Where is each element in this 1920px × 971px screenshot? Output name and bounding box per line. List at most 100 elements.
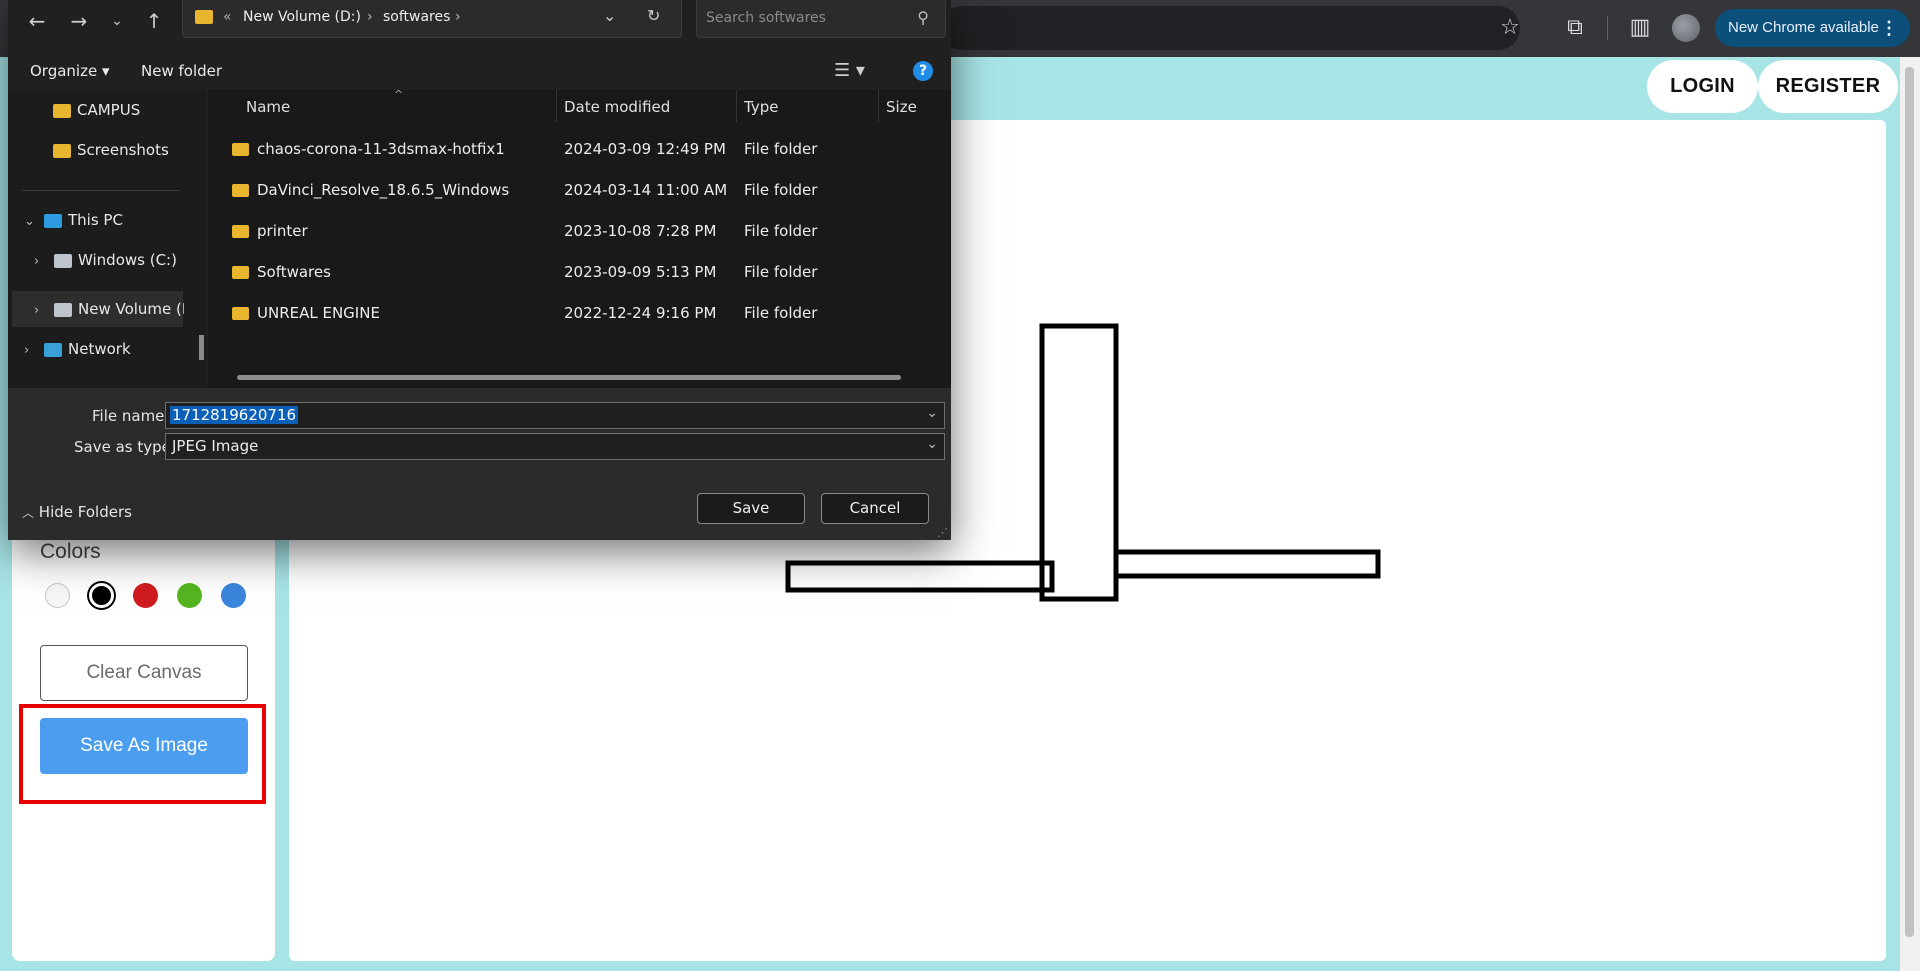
chevron-down-icon[interactable]: ⌄ bbox=[24, 206, 38, 236]
hide-folders-label: Hide Folders bbox=[38, 503, 132, 521]
save-as-type-value: JPEG Image bbox=[172, 437, 259, 455]
column-size[interactable]: Size bbox=[886, 98, 917, 116]
extensions-icon[interactable]: ⧉ bbox=[1560, 13, 1590, 43]
path-overflow[interactable]: « bbox=[223, 9, 232, 25]
back-icon[interactable]: ← bbox=[22, 6, 52, 36]
new-chrome-available-button[interactable]: New Chrome available ⋮ bbox=[1715, 9, 1910, 47]
navigation-pane: CAMPUS Screenshots ⌄ This PC › Windows (C:… bbox=[8, 90, 206, 388]
star-icon[interactable]: ☆ bbox=[1495, 13, 1525, 43]
breadcrumb-softwares[interactable]: softwares bbox=[383, 9, 450, 25]
chevron-right-icon: › bbox=[367, 9, 373, 25]
folder-icon bbox=[232, 184, 249, 197]
update-label: New Chrome available bbox=[1728, 19, 1879, 36]
nav-item-label: CAMPUS bbox=[77, 101, 141, 119]
file-name-value: 1712819620716 bbox=[170, 406, 299, 424]
chevron-right-icon[interactable]: › bbox=[24, 335, 38, 365]
color-swatch[interactable] bbox=[177, 583, 202, 608]
column-divider[interactable] bbox=[556, 90, 557, 122]
dialog-address-bar[interactable]: « New Volume (D:) › softwares › ⌄ ↻ bbox=[182, 0, 682, 38]
table-row[interactable]: DaVinci_Resolve_18.6.5_Windows 2024-03-1… bbox=[208, 173, 951, 207]
hide-folders-button[interactable]: ︿ Hide Folders bbox=[22, 503, 132, 521]
nav-item-this-pc[interactable]: ⌄ This PC bbox=[24, 204, 123, 236]
color-swatch[interactable] bbox=[45, 583, 70, 608]
nav-item-campus[interactable]: CAMPUS bbox=[53, 94, 140, 126]
up-icon[interactable]: ↑ bbox=[139, 6, 169, 36]
forward-icon[interactable]: → bbox=[64, 6, 94, 36]
recent-locations-icon[interactable]: ⌄ bbox=[102, 6, 132, 36]
save-as-type-select[interactable]: JPEG Image ⌄ bbox=[165, 433, 945, 460]
profile-icon[interactable] bbox=[1672, 14, 1700, 42]
register-button[interactable]: REGISTER bbox=[1758, 60, 1898, 113]
column-name[interactable]: Name bbox=[246, 98, 290, 116]
column-date-modified[interactable]: Date modified bbox=[564, 98, 670, 116]
organize-button[interactable]: Organize ▾ bbox=[30, 62, 110, 80]
drawn-rect-left bbox=[785, 560, 1055, 593]
file-type: File folder bbox=[744, 304, 818, 322]
highlight-box bbox=[19, 704, 266, 804]
nav-item-new-volume-d[interactable]: › New Volume (D:) bbox=[34, 293, 184, 325]
breadcrumb-new-volume[interactable]: New Volume (D:) bbox=[243, 9, 361, 25]
nav-item-label: New Volume (D:) bbox=[78, 300, 184, 318]
column-type[interactable]: Type bbox=[744, 98, 778, 116]
more-icon[interactable]: ⋮ bbox=[1880, 9, 1898, 47]
save-button[interactable]: Save bbox=[697, 493, 805, 524]
horizontal-scrollbar[interactable] bbox=[237, 375, 901, 380]
nav-divider bbox=[22, 190, 180, 191]
drive-icon bbox=[54, 302, 72, 317]
page-scrollbar[interactable] bbox=[1900, 57, 1920, 971]
nav-item-label: Screenshots bbox=[77, 141, 169, 159]
search-icon: ⚲ bbox=[917, 8, 929, 27]
nav-scrollbar-thumb[interactable] bbox=[199, 335, 204, 360]
side-panel-icon[interactable]: ▥ bbox=[1625, 13, 1655, 43]
table-row[interactable]: chaos-corona-11-3dsmax-hotfix1 2024-03-0… bbox=[208, 132, 951, 166]
nav-item-screenshots[interactable]: Screenshots bbox=[53, 134, 169, 166]
color-swatch[interactable] bbox=[221, 583, 246, 608]
file-name-label: File name: bbox=[92, 407, 170, 425]
chevron-right-icon[interactable]: › bbox=[455, 9, 461, 25]
help-icon[interactable]: ? bbox=[913, 61, 933, 81]
folder-icon bbox=[232, 225, 249, 238]
file-name-field[interactable]: 1712819620716 ⌄ bbox=[165, 402, 945, 429]
dialog-search-input[interactable]: Search softwares ⚲ bbox=[696, 0, 946, 38]
nav-item-windows-c[interactable]: › Windows (C:) bbox=[34, 244, 177, 276]
pc-icon bbox=[44, 213, 62, 228]
file-date: 2023-09-09 5:13 PM bbox=[564, 263, 717, 281]
folder-icon bbox=[53, 143, 71, 158]
resize-grip-icon[interactable]: ⋰ bbox=[937, 526, 948, 539]
file-name: printer bbox=[257, 222, 308, 240]
chevron-down-icon[interactable]: ⌄ bbox=[926, 436, 938, 452]
scrollbar-thumb[interactable] bbox=[1905, 67, 1914, 937]
column-divider[interactable] bbox=[878, 90, 879, 122]
drawn-rect-right bbox=[1113, 549, 1381, 579]
chevron-right-icon[interactable]: › bbox=[34, 295, 48, 325]
table-row[interactable]: printer 2023-10-08 7:28 PM File folder bbox=[208, 214, 951, 248]
view-options-icon[interactable]: ☰ ▾ bbox=[834, 60, 865, 81]
sort-ascending-icon: ^ bbox=[394, 88, 404, 101]
table-row[interactable]: UNREAL ENGINE 2022-12-24 9:16 PM File fo… bbox=[208, 296, 951, 330]
color-swatch[interactable] bbox=[89, 583, 114, 608]
column-divider[interactable] bbox=[736, 90, 737, 122]
file-type: File folder bbox=[744, 181, 818, 199]
file-name: chaos-corona-11-3dsmax-hotfix1 bbox=[257, 140, 505, 158]
file-list: ^ Name Date modified Type Size chaos-cor… bbox=[208, 88, 951, 388]
file-date: 2024-03-09 12:49 PM bbox=[564, 140, 726, 158]
refresh-icon[interactable]: ↻ bbox=[647, 6, 660, 25]
chevron-down-icon[interactable]: ⌄ bbox=[603, 6, 616, 25]
file-name: DaVinci_Resolve_18.6.5_Windows bbox=[257, 181, 510, 199]
chevron-up-icon: ︿ bbox=[22, 506, 35, 520]
nav-item-label: Network bbox=[68, 340, 131, 358]
chevron-down-icon[interactable]: ⌄ bbox=[926, 405, 938, 421]
login-button[interactable]: LOGIN bbox=[1647, 60, 1758, 113]
address-bar[interactable] bbox=[940, 6, 1520, 50]
table-row[interactable]: Softwares 2023-09-09 5:13 PM File folder bbox=[208, 255, 951, 289]
nav-item-network[interactable]: › Network bbox=[24, 333, 131, 365]
clear-canvas-button[interactable]: Clear Canvas bbox=[40, 645, 248, 701]
new-folder-button[interactable]: New folder bbox=[141, 62, 222, 80]
save-as-type-label: Save as type: bbox=[74, 438, 176, 456]
chevron-right-icon[interactable]: › bbox=[34, 246, 48, 276]
color-swatch[interactable] bbox=[133, 583, 158, 608]
file-type: File folder bbox=[744, 140, 818, 158]
cancel-button[interactable]: Cancel bbox=[821, 493, 929, 524]
nav-item-label: This PC bbox=[68, 211, 123, 229]
file-date: 2024-03-14 11:00 AM bbox=[564, 181, 728, 199]
